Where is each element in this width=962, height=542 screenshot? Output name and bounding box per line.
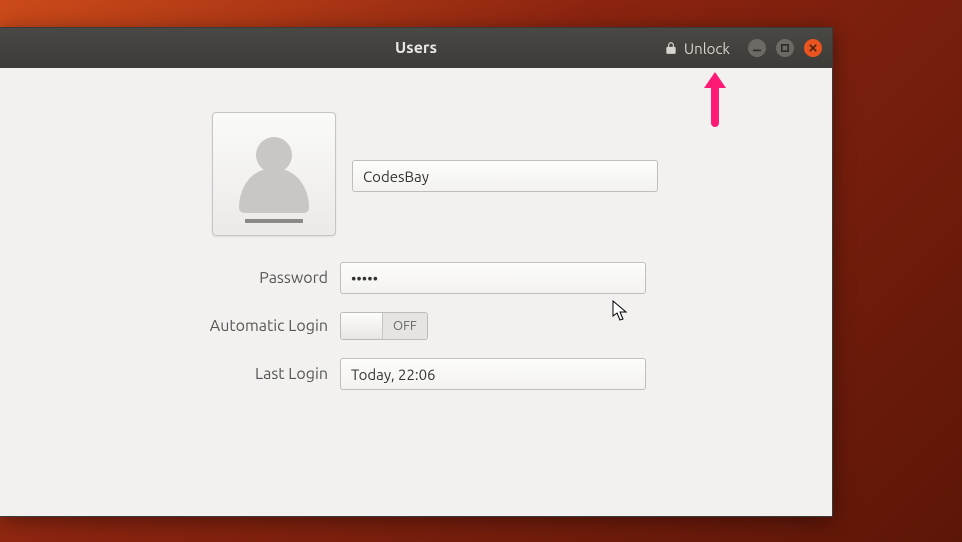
auto-login-toggle[interactable]: OFF: [340, 312, 428, 340]
users-settings-window: Users Unlock: [0, 27, 833, 517]
unlock-label: Unlock: [684, 40, 730, 57]
username-field[interactable]: CodesBay: [352, 160, 658, 192]
last-login-field[interactable]: Today, 22:06: [340, 358, 646, 390]
toggle-knob: [341, 313, 383, 339]
content-area: CodesBay Password ••••• Automatic Login …: [0, 68, 832, 516]
password-label: Password: [40, 269, 340, 287]
titlebar: Users Unlock: [0, 28, 832, 68]
avatar-placeholder-icon: [234, 131, 314, 227]
toggle-state: OFF: [383, 313, 427, 339]
password-value: •••••: [351, 270, 378, 287]
minimize-button[interactable]: [748, 39, 766, 57]
close-button[interactable]: [804, 39, 822, 57]
password-field[interactable]: •••••: [340, 262, 646, 294]
maximize-button[interactable]: [776, 39, 794, 57]
lock-icon: [664, 41, 678, 55]
username-value: CodesBay: [363, 168, 429, 185]
avatar-picker[interactable]: [212, 112, 336, 236]
auto-login-label: Automatic Login: [40, 317, 340, 335]
window-title: Users: [395, 39, 437, 57]
unlock-button[interactable]: Unlock: [664, 39, 832, 57]
last-login-label: Last Login: [40, 365, 340, 383]
last-login-value: Today, 22:06: [351, 366, 436, 383]
